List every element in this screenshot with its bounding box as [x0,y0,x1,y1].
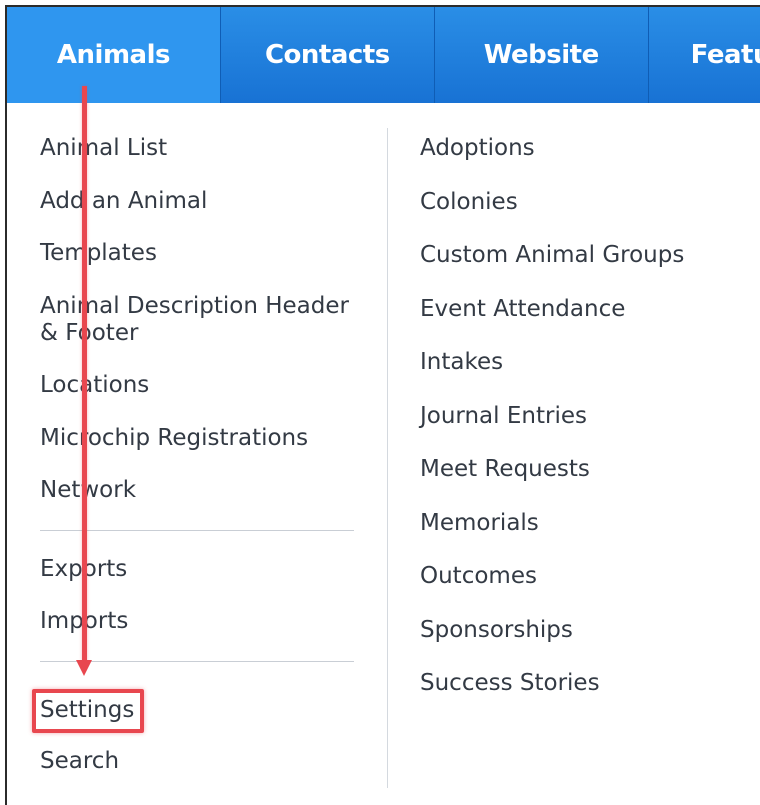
arrow-head-icon [76,660,92,676]
menu-item-exports[interactable]: Exports [40,556,360,583]
menu-item-journal-entries[interactable]: Journal Entries [420,403,750,430]
menu-item-event-attendance[interactable]: Event Attendance [420,296,750,323]
menu-item-locations[interactable]: Locations [40,372,360,399]
column-divider [387,128,388,788]
menu-item-meet-requests[interactable]: Meet Requests [420,456,750,483]
settings-highlight-box [32,689,144,733]
menu-item-network[interactable]: Network [40,477,360,504]
tab-contacts[interactable]: Contacts [221,7,435,103]
animals-menu-left-column: Animal List Add an Animal Templates Anim… [40,135,360,687]
menu-item-intakes[interactable]: Intakes [420,349,750,376]
menu-item-custom-animal-groups[interactable]: Custom Animal Groups [420,242,750,269]
menu-item-adoptions[interactable]: Adoptions [420,135,750,162]
top-nav-bar: Animals Contacts Website Features [7,7,760,103]
menu-item-search[interactable]: Search [40,748,119,775]
tab-website[interactable]: Website [435,7,649,103]
menu-item-microchip-registrations[interactable]: Microchip Registrations [40,425,360,452]
menu-item-add-animal[interactable]: Add an Animal [40,188,360,215]
animals-menu-right-column: Adoptions Colonies Custom Animal Groups … [420,135,750,724]
tab-animals[interactable]: Animals [7,7,221,103]
down-arrow-icon [82,86,87,662]
menu-item-animal-list[interactable]: Animal List [40,135,360,162]
menu-item-templates[interactable]: Templates [40,240,360,267]
menu-item-imports[interactable]: Imports [40,608,360,635]
menu-item-outcomes[interactable]: Outcomes [420,563,750,590]
menu-separator [40,529,354,531]
menu-item-colonies[interactable]: Colonies [420,189,750,216]
tab-features[interactable]: Features [649,7,760,103]
menu-item-success-stories[interactable]: Success Stories [420,670,750,697]
menu-item-sponsorships[interactable]: Sponsorships [420,617,750,644]
menu-item-memorials[interactable]: Memorials [420,510,750,537]
